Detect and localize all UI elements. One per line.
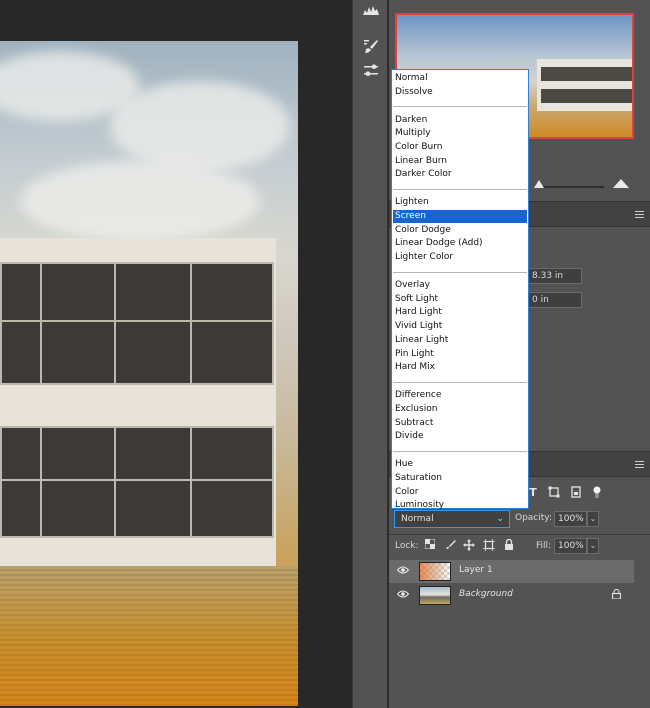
blend-mode-value: Normal xyxy=(401,514,434,524)
zoom-slider-track[interactable] xyxy=(539,186,604,188)
lock-row: Lock: Fill: 100% ⌄ xyxy=(389,534,650,556)
histogram-icon[interactable] xyxy=(361,4,381,22)
blend-mode-option-linear-dodge-add[interactable]: Linear Dodge (Add) xyxy=(393,237,527,250)
fill-label: Fill: xyxy=(536,541,552,551)
layers-panel-menu-icon[interactable] xyxy=(635,461,644,468)
thumb-window xyxy=(541,67,632,81)
menu-separator xyxy=(393,189,527,191)
lock-all-icon[interactable] xyxy=(503,538,515,551)
blend-mode-option-linear-burn[interactable]: Linear Burn xyxy=(393,155,527,168)
blend-mode-option-color-burn[interactable]: Color Burn xyxy=(393,141,527,154)
blend-mode-option-hard-light[interactable]: Hard Light xyxy=(393,306,527,319)
canvas-area[interactable] xyxy=(0,0,352,708)
blend-mode-option-exclusion[interactable]: Exclusion xyxy=(393,403,527,416)
layer-thumbnail xyxy=(419,562,451,581)
layer-thumbnail-content xyxy=(420,563,450,580)
window-pane xyxy=(0,262,42,322)
lock-image-pixels-icon[interactable] xyxy=(444,539,456,551)
shape-filter-icon[interactable] xyxy=(547,486,561,500)
window-pane xyxy=(114,426,192,481)
eye-icon[interactable] xyxy=(396,565,410,577)
window-pane xyxy=(190,479,274,538)
cloud xyxy=(110,81,290,171)
blend-mode-option-darker-color[interactable]: Darker Color xyxy=(393,168,527,181)
window-pane xyxy=(0,426,42,481)
layer-row-layer-1[interactable]: Layer 1 xyxy=(389,560,634,583)
blend-mode-option-color[interactable]: Color xyxy=(393,486,527,499)
eye-icon[interactable] xyxy=(396,589,410,601)
blend-mode-option-lighter-color[interactable]: Lighter Color xyxy=(393,251,527,264)
panel-menu-icon[interactable] xyxy=(635,211,644,218)
blend-mode-option-darken[interactable]: Darken xyxy=(393,114,527,127)
layer-name: Layer 1 xyxy=(459,565,493,575)
smart-object-filter-icon[interactable] xyxy=(569,486,583,500)
collapsed-panel-strip xyxy=(352,0,388,708)
blend-mode-option-hard-mix[interactable]: Hard Mix xyxy=(393,361,527,374)
window-pane xyxy=(0,320,42,385)
opacity-input[interactable]: 100% xyxy=(554,511,587,527)
artboard-lock-icon[interactable] xyxy=(483,539,495,551)
blend-mode-option-hue[interactable]: Hue xyxy=(393,458,527,471)
menu-separator xyxy=(393,381,527,383)
blend-mode-option-multiply[interactable]: Multiply xyxy=(393,127,527,140)
opacity-label: Opacity: xyxy=(515,513,552,523)
zoom-in-icon[interactable] xyxy=(613,179,629,188)
adjustments-icon[interactable] xyxy=(361,62,381,80)
grass-field xyxy=(0,566,298,706)
zoom-slider-handle[interactable] xyxy=(534,180,544,188)
chevron-down-icon: ⌄ xyxy=(496,514,504,524)
opacity-dropdown-button[interactable]: ⌄ xyxy=(587,511,599,527)
thumb-window xyxy=(541,89,632,103)
window-pane xyxy=(40,320,116,385)
fill-dropdown-button[interactable]: ⌄ xyxy=(587,538,599,554)
fill-input[interactable]: 100% xyxy=(554,538,587,554)
lower-window-band xyxy=(0,426,274,538)
blend-mode-option-normal[interactable]: Normal xyxy=(393,72,527,85)
brush-icon[interactable] xyxy=(361,38,381,56)
blend-mode-option-dissolve[interactable]: Dissolve xyxy=(393,86,527,99)
upper-window-band xyxy=(0,262,274,385)
width-field[interactable]: 8.33 in xyxy=(527,268,582,284)
offset-field[interactable]: 0 in xyxy=(527,292,582,308)
window-pane xyxy=(114,320,192,385)
blend-mode-option-divide[interactable]: Divide xyxy=(393,430,527,443)
blend-mode-option-linear-light[interactable]: Linear Light xyxy=(393,334,527,347)
menu-separator xyxy=(393,450,527,452)
window-pane xyxy=(190,320,274,385)
menu-separator xyxy=(393,106,527,108)
window-pane xyxy=(114,479,192,538)
blend-mode-option-soft-light[interactable]: Soft Light xyxy=(393,293,527,306)
blend-mode-option-difference[interactable]: Difference xyxy=(393,389,527,402)
blend-mode-option-vivid-light[interactable]: Vivid Light xyxy=(393,320,527,333)
cloud xyxy=(20,161,260,241)
window-pane xyxy=(40,479,116,538)
blend-mode-option-luminosity[interactable]: Luminosity xyxy=(393,499,527,512)
blend-mode-option-saturation[interactable]: Saturation xyxy=(393,472,527,485)
blend-mode-option-overlay[interactable]: Overlay xyxy=(393,279,527,292)
blend-mode-select[interactable]: Normal ⌄ xyxy=(394,510,510,528)
document-image[interactable] xyxy=(0,41,298,706)
window-pane xyxy=(40,262,116,322)
layer-row-background[interactable]: Background xyxy=(389,584,634,607)
blend-mode-menu: Normal Dissolve Darken Multiply Color Burn Li… xyxy=(391,69,529,512)
layer-lock-icon xyxy=(610,588,622,601)
window-pane xyxy=(40,426,116,481)
lock-transparent-pixels-icon[interactable] xyxy=(424,538,436,551)
window-pane xyxy=(114,262,192,322)
blend-mode-option-lighten[interactable]: Lighten xyxy=(393,196,527,209)
layer-name: Background xyxy=(459,589,513,599)
blend-mode-option-pin-light[interactable]: Pin Light xyxy=(393,348,527,361)
window-pane xyxy=(190,426,274,481)
layer-thumbnail xyxy=(419,586,451,605)
lock-position-icon[interactable] xyxy=(463,539,475,551)
blend-mode-option-color-dodge[interactable]: Color Dodge xyxy=(393,224,527,237)
blend-mode-option-screen[interactable]: Screen xyxy=(393,210,527,223)
window-pane xyxy=(190,262,274,322)
blend-mode-option-subtract[interactable]: Subtract xyxy=(393,417,527,430)
filter-toggle-icon[interactable] xyxy=(590,486,604,500)
thumb-building xyxy=(537,59,632,111)
lock-label: Lock: xyxy=(395,541,419,551)
window-pane xyxy=(0,479,42,538)
menu-separator xyxy=(393,271,527,273)
